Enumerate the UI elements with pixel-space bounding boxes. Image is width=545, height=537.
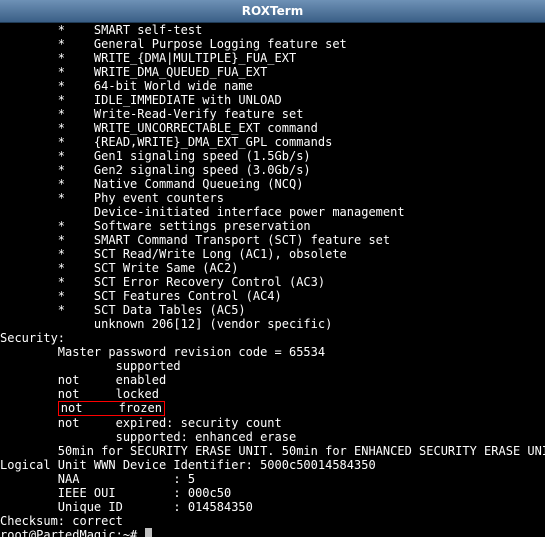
terminal-line: not expired: security count [0, 416, 545, 430]
terminal-line: supported [0, 359, 545, 373]
terminal-line: * Gen1 signaling speed (1.5Gb/s) [0, 149, 545, 163]
terminal-line: NAA : 5 [0, 472, 545, 486]
terminal-line: 50min for SECURITY ERASE UNIT. 50min for… [0, 444, 545, 458]
terminal-line: * SMART Command Transport (SCT) feature … [0, 233, 545, 247]
terminal-line: Logical Unit WWN Device Identifier: 5000… [0, 458, 545, 472]
terminal-line: * SCT Features Control (AC4) [0, 289, 545, 303]
window-titlebar: ROXTerm [0, 0, 545, 23]
terminal-line: * Gen2 signaling speed (3.0Gb/s) [0, 163, 545, 177]
terminal-line: * Native Command Queueing (NCQ) [0, 177, 545, 191]
terminal-line: supported: enhanced erase [0, 430, 545, 444]
terminal-line: * SCT Error Recovery Control (AC3) [0, 275, 545, 289]
terminal-line: unknown 206[12] (vendor specific) [0, 317, 545, 331]
terminal-line: Checksum: correct [0, 514, 545, 528]
terminal-line-highlighted: not frozen [0, 401, 545, 416]
terminal-line: Device-initiated interface power managem… [0, 205, 545, 219]
terminal-line: * WRITE_UNCORRECTABLE_EXT command [0, 121, 545, 135]
terminal-line: * SCT Read/Write Long (AC1), obsolete [0, 247, 545, 261]
terminal-line: * SCT Write Same (AC2) [0, 261, 545, 275]
terminal-line: * Software settings preservation [0, 219, 545, 233]
terminal-line: * Phy event counters [0, 191, 545, 205]
terminal-line: * WRITE_DMA_QUEUED_FUA_EXT [0, 65, 545, 79]
terminal-line: * IDLE_IMMEDIATE with UNLOAD [0, 93, 545, 107]
terminal-line: Master password revision code = 65534 [0, 345, 545, 359]
terminal-line: * General Purpose Logging feature set [0, 37, 545, 51]
terminal-line: * Write-Read-Verify feature set [0, 107, 545, 121]
frozen-status-highlight: not frozen [58, 401, 165, 416]
terminal-line: * {READ,WRITE}_DMA_EXT_GPL commands [0, 135, 545, 149]
terminal-line: * WRITE_{DMA|MULTIPLE}_FUA_EXT [0, 51, 545, 65]
shell-prompt: root@PartedMagic:~# [0, 528, 145, 537]
terminal-prompt-line[interactable]: root@PartedMagic:~# [0, 528, 545, 537]
terminal-line: Unique ID : 014584350 [0, 500, 545, 514]
terminal-line: IEEE OUI : 000c50 [0, 486, 545, 500]
terminal-line: not locked [0, 387, 545, 401]
terminal-line: * 64-bit World wide name [0, 79, 545, 93]
terminal-line: Security: [0, 331, 545, 345]
terminal-line: * SMART self-test [0, 23, 545, 37]
terminal-line: not enabled [0, 373, 545, 387]
cursor [145, 528, 152, 537]
terminal-output[interactable]: * SMART self-test * General Purpose Logg… [0, 23, 545, 537]
window-title: ROXTerm [242, 4, 303, 18]
terminal-line: * SCT Data Tables (AC5) [0, 303, 545, 317]
